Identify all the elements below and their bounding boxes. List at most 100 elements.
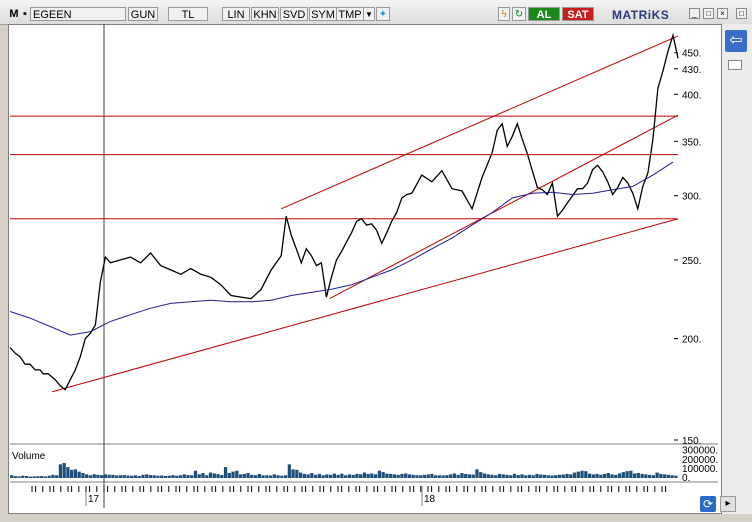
volume-bar <box>310 473 314 478</box>
volume-bar <box>70 469 74 478</box>
volume-bar <box>655 472 659 478</box>
volume-bar <box>625 471 629 478</box>
volume-bar <box>201 473 205 478</box>
volume-bar <box>268 475 273 478</box>
volume-bar <box>475 469 479 478</box>
volume-bar <box>205 475 209 478</box>
volume-bar <box>283 475 288 478</box>
volume-bar <box>587 473 592 478</box>
volume-bar <box>208 472 213 478</box>
volume-bar <box>13 476 18 478</box>
trend-line-0 <box>52 218 679 393</box>
volume-bar <box>606 473 610 478</box>
y-tick-label: 200. <box>682 335 701 346</box>
volume-bar <box>21 475 25 478</box>
volume-bar <box>659 473 663 478</box>
volume-bar <box>10 475 14 478</box>
volume-bar <box>490 474 494 478</box>
volume-bar <box>40 476 44 478</box>
volume-bar <box>126 475 130 478</box>
volume-bar <box>520 474 524 478</box>
volume-bar <box>392 474 397 478</box>
volume-bar <box>253 475 258 478</box>
chart-svg: 450.430.400.350.300.250.200.150.17 18Volu… <box>9 24 718 508</box>
volume-bar <box>572 472 577 478</box>
volume-bar <box>610 474 614 478</box>
volume-bar <box>302 473 306 478</box>
volume-bar <box>482 473 487 478</box>
volume-bar <box>505 474 509 478</box>
volume-bar <box>160 475 164 478</box>
trend-line-1 <box>281 35 679 210</box>
volume-bar <box>25 476 29 478</box>
trend-line-2 <box>329 114 679 300</box>
volume-bar <box>193 470 198 478</box>
volume-bar <box>509 475 513 478</box>
y-tick-label: 350. <box>682 137 701 148</box>
volume-bar <box>512 473 517 478</box>
volume-bar <box>486 474 490 478</box>
volume-bar <box>569 474 573 478</box>
y-tick-label: 400. <box>682 90 701 101</box>
volume-bar <box>43 476 48 478</box>
volume-bar <box>298 472 303 478</box>
volume-bar <box>531 475 535 478</box>
volume-bar <box>381 472 385 478</box>
volume-bar <box>111 474 115 478</box>
y-tick-label: 430. <box>682 65 701 76</box>
volume-bar <box>36 476 40 478</box>
price-series-line <box>9 32 679 391</box>
volume-bar <box>287 464 291 478</box>
volume-bar <box>190 475 194 478</box>
volume-bar <box>501 474 505 478</box>
volume-bar <box>272 474 276 478</box>
volume-bar <box>524 475 528 478</box>
volume-bar <box>404 473 408 478</box>
volume-bar <box>115 475 119 478</box>
volume-bar <box>47 475 51 478</box>
volume-bar <box>445 475 449 478</box>
volume-bar <box>265 475 269 478</box>
volume-bar <box>148 475 153 478</box>
volume-bar <box>261 475 265 478</box>
volume-bar <box>355 473 359 478</box>
volume-bar <box>430 473 434 478</box>
volume-bar <box>467 474 472 478</box>
scroll-button[interactable]: ▸ <box>720 496 736 512</box>
volume-bar <box>471 474 475 478</box>
moving-average-line <box>9 161 674 336</box>
volume-bar <box>163 476 168 478</box>
volume-bar <box>107 474 111 478</box>
volume-bar <box>186 475 190 478</box>
settings-refresh-icon[interactable]: ⟳ <box>700 496 716 512</box>
volume-bar <box>145 474 149 478</box>
volume-bar <box>51 474 55 478</box>
volume-bar <box>359 474 363 478</box>
volume-bar <box>235 470 239 478</box>
volume-bar <box>103 474 108 478</box>
volume-bar <box>366 473 370 478</box>
volume-bar <box>178 475 183 478</box>
volume-bar <box>332 473 336 478</box>
volume-bar <box>479 472 483 478</box>
volume-bar <box>276 475 280 478</box>
volume-bar <box>100 475 104 478</box>
volume-bar <box>396 474 400 478</box>
volume-bar <box>347 474 352 478</box>
volume-bar <box>96 474 100 478</box>
volume-bar <box>130 475 134 478</box>
volume-bar <box>306 474 310 478</box>
volume-bar <box>591 474 595 478</box>
volume-bar <box>497 473 502 478</box>
volume-bar <box>73 469 78 478</box>
volume-bar <box>175 475 179 478</box>
volume-bar <box>644 474 648 478</box>
volume-bar <box>419 475 423 478</box>
volume-bar <box>325 474 329 478</box>
volume-bar <box>456 474 460 478</box>
volume-bar <box>242 473 246 478</box>
volume-bar <box>197 474 201 478</box>
volume-bar <box>313 474 318 478</box>
volume-bar <box>422 474 427 478</box>
volume-bar <box>92 474 96 478</box>
